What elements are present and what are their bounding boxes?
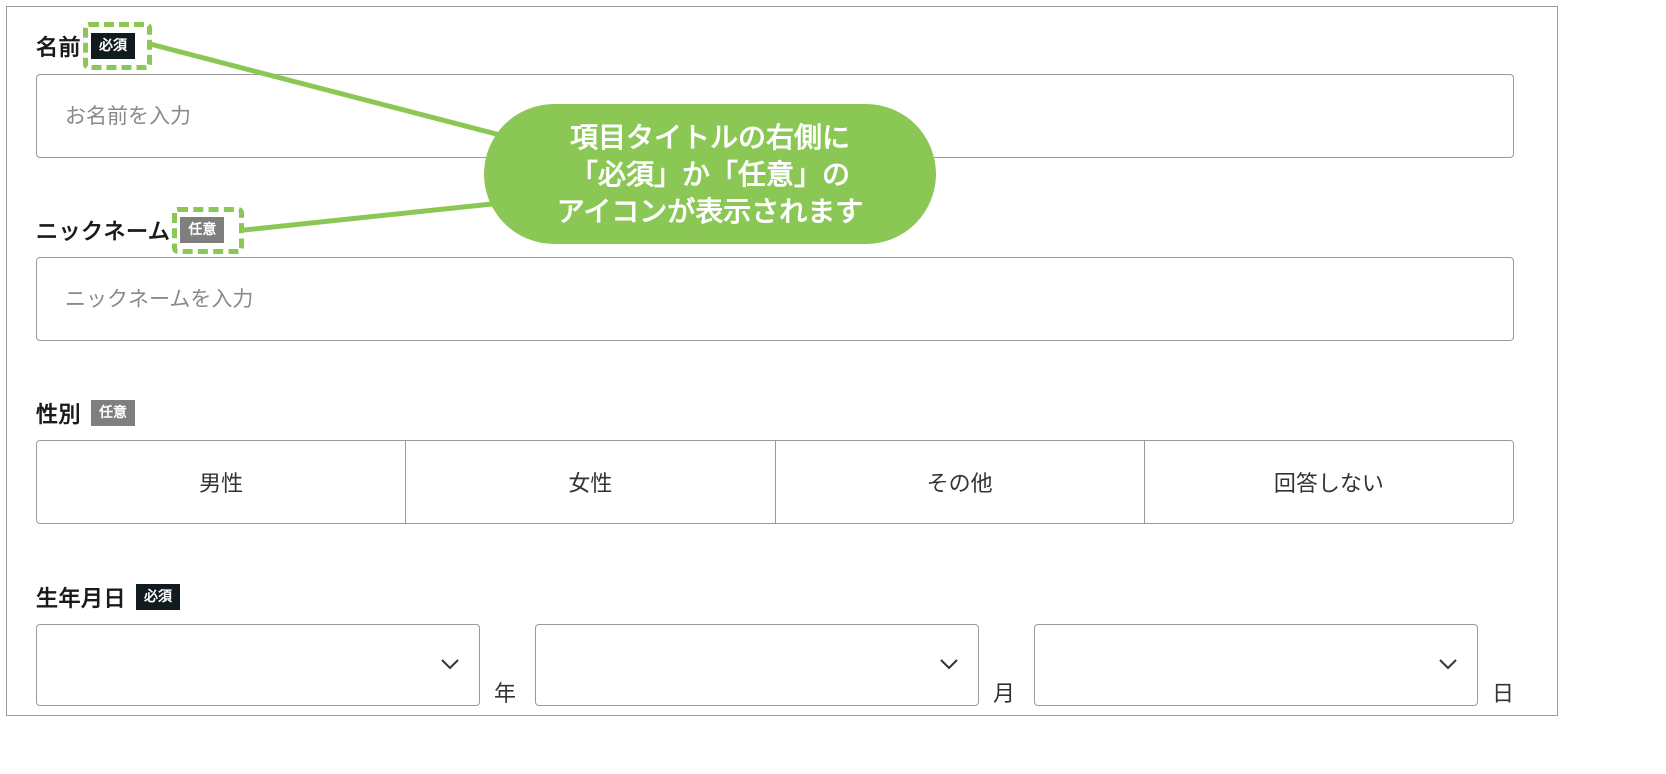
gender-option-other[interactable]: その他 bbox=[775, 441, 1145, 523]
callout-line-2: 「必須」か「任意」の bbox=[569, 157, 850, 191]
nickname-input[interactable] bbox=[36, 257, 1514, 341]
day-unit: 日 bbox=[1492, 682, 1515, 707]
birth-month-select[interactable] bbox=[535, 624, 979, 706]
callout-line-1: 項目タイトルの右側に bbox=[569, 120, 850, 154]
chevron-down-icon bbox=[940, 659, 958, 670]
year-unit: 年 bbox=[494, 682, 517, 707]
optional-badge: 任意 bbox=[91, 400, 136, 426]
gender-selector: 男性 女性 その他 回答しない bbox=[36, 440, 1514, 524]
gender-option-female[interactable]: 女性 bbox=[406, 441, 776, 523]
required-badge: 必須 bbox=[91, 33, 136, 59]
required-badge: 必須 bbox=[136, 584, 181, 610]
chevron-down-icon bbox=[1439, 659, 1457, 670]
gender-option-male[interactable]: 男性 bbox=[37, 441, 407, 523]
birthday-label-row: 生年月日 必須 bbox=[36, 582, 181, 612]
birth-year-select[interactable] bbox=[36, 624, 480, 706]
chevron-down-icon bbox=[441, 659, 459, 670]
gender-option-no-answer[interactable]: 回答しない bbox=[1144, 441, 1513, 523]
name-label-row: 名前 必須 bbox=[36, 31, 136, 61]
birthday-label: 生年月日 bbox=[36, 587, 127, 612]
name-label: 名前 bbox=[36, 36, 82, 61]
annotation-callout: 項目タイトルの右側に 「必須」か「任意」の アイコンが表示されます bbox=[484, 104, 936, 244]
month-unit: 月 bbox=[993, 682, 1016, 707]
gender-label: 性別 bbox=[36, 403, 82, 428]
birth-day-select[interactable] bbox=[1034, 624, 1478, 706]
nickname-label-row: ニックネーム 任意 bbox=[36, 215, 225, 245]
gender-label-row: 性別 任意 bbox=[36, 398, 136, 428]
callout-line-3: アイコンが表示されます bbox=[556, 194, 864, 228]
optional-badge: 任意 bbox=[180, 217, 225, 243]
nickname-label: ニックネーム bbox=[36, 220, 171, 245]
